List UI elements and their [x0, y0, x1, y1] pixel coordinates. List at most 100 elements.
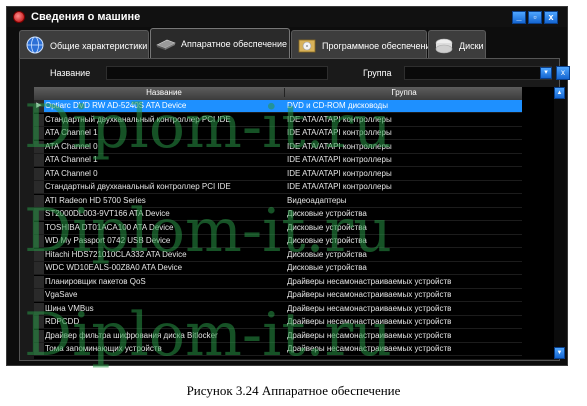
row-indicator: [34, 167, 44, 180]
row-indicator: [34, 302, 44, 315]
cell-group: IDE ATA/ATAPI контроллеры: [287, 182, 392, 191]
row-indicator: [34, 248, 44, 261]
cell-name: WD My Passport 0742 USB Device: [45, 236, 171, 245]
row-indicator: [34, 154, 44, 166]
table-row[interactable]: ▶ Optiarc DVD RW AD-5240S ATA Device DVD и…: [34, 100, 522, 113]
row-indicator: ▶: [34, 100, 44, 112]
software-box-icon: [298, 39, 316, 53]
vertical-scrollbar[interactable]: ▲ ▼: [554, 87, 565, 359]
tab-software[interactable]: Программное обеспечение: [291, 30, 435, 58]
cell-group: Дисковые устройства: [287, 209, 367, 218]
table-row[interactable]: VgaSave Драйверы несамонастраиваемых устр…: [34, 289, 522, 302]
cell-group: Драйверы несамонастраиваемых устройств: [287, 330, 452, 340]
table-row[interactable]: Стандартный двухканальный контроллер PCI…: [34, 113, 522, 127]
row-indicator: [34, 289, 44, 301]
cell-group: IDE ATA/ATAPI контроллеры: [287, 128, 392, 137]
table-row[interactable]: Стандартный двухканальный контроллер PCI…: [34, 181, 522, 194]
row-indicator: [34, 221, 44, 234]
cell-group: Драйверы несамонастраиваемых устройств: [287, 290, 452, 299]
tab-general-label: Общие характеристики: [50, 41, 148, 51]
cell-name: WDC WD10EALS-00Z8A0 ATA Device: [45, 263, 183, 272]
cell-name: Шина VMBus: [45, 303, 94, 313]
row-indicator: [34, 262, 44, 274]
row-indicator: [34, 235, 44, 247]
table-row[interactable]: RDPCDD Драйверы несамонастраиваемых устро…: [34, 316, 522, 329]
cell-name: ATA Channel 0: [45, 141, 98, 151]
group-filter-select[interactable]: ▾: [404, 66, 552, 80]
window-title: Сведения о машине: [31, 11, 141, 23]
hardware-table: Название Группа ▶ Optiarc DVD RW AD-5240S…: [34, 87, 560, 359]
globe-icon: [26, 36, 44, 54]
cell-name: Драйвер фильтра шифрования диска Bitlock…: [45, 330, 218, 340]
maximize-button[interactable]: ▫: [528, 11, 542, 24]
group-filter-label: Группа: [363, 68, 392, 78]
table-row[interactable]: ATA Channel 1 IDE ATA/ATAPI контроллеры: [34, 127, 522, 140]
cell-name: ST2000DL003-9VT166 ATA Device: [45, 209, 170, 218]
table-row[interactable]: Планировщик пакетов QoS Драйверы несамона…: [34, 275, 522, 289]
table-row[interactable]: ATA Channel 0 IDE ATA/ATAPI контроллеры: [34, 167, 522, 181]
row-indicator: [34, 208, 44, 220]
row-indicator: [34, 181, 44, 193]
cell-group: IDE ATA/ATAPI контроллеры: [287, 168, 392, 178]
cell-name: RDPCDD: [45, 317, 80, 326]
cell-group: Дисковые устройства: [287, 236, 367, 245]
scroll-up-icon[interactable]: ▲: [554, 87, 565, 99]
table-row[interactable]: ATA Channel 0 IDE ATA/ATAPI контроллеры: [34, 140, 522, 154]
minimize-button[interactable]: _: [512, 11, 526, 24]
row-indicator: [34, 275, 44, 288]
cell-name: ATA Channel 0: [45, 168, 98, 178]
table-row[interactable]: WDC WD10EALS-00Z8A0 ATA Device Дисковые у…: [34, 262, 522, 275]
cell-group: IDE ATA/ATAPI контроллеры: [287, 114, 392, 124]
cell-group: Драйверы несамонастраиваемых устройств: [287, 276, 452, 286]
name-filter-input[interactable]: [106, 66, 328, 80]
cell-group: Драйверы несамонастраиваемых устройств: [287, 344, 452, 353]
cell-name: ATI Radeon HD 5700 Series: [45, 195, 146, 205]
cell-name: ATA Channel 1: [45, 155, 98, 164]
cell-name: TOSHIBA DT01ACA100 ATA Device: [45, 222, 174, 232]
column-header-name[interactable]: Название: [44, 88, 285, 97]
clear-filter-button[interactable]: x: [556, 66, 570, 80]
cell-name: VgaSave: [45, 290, 78, 299]
tab-software-label: Программное обеспечение: [322, 41, 436, 51]
cell-group: Дисковые устройства: [287, 222, 367, 232]
disk-icon: [435, 38, 453, 54]
cell-group: IDE ATA/ATAPI контроллеры: [287, 155, 392, 164]
table-row[interactable]: TOSHIBA DT01ACA100 ATA Device Дисковые ус…: [34, 221, 522, 235]
cell-name: Стандартный двухканальный контроллер PCI…: [45, 182, 231, 191]
hardware-panel: Название Группа ▾ x Название Группа ▶ Opt…: [19, 58, 570, 361]
name-filter-label: Название: [50, 68, 91, 78]
row-indicator: [34, 343, 44, 355]
cell-group: Драйверы несамонастраиваемых устройств: [287, 317, 452, 326]
table-row[interactable]: ATA Channel 1 IDE ATA/ATAPI контроллеры: [34, 154, 522, 167]
tab-disks[interactable]: Диски: [428, 30, 486, 58]
cell-name: Стандартный двухканальный контроллер PCI…: [45, 114, 231, 124]
scroll-down-icon[interactable]: ▼: [554, 347, 565, 359]
tab-hardware-label: Аппаратное обеспечение: [181, 39, 288, 49]
cell-name: Тома запоминающих устройств: [45, 344, 162, 353]
cell-name: Планировщик пакетов QoS: [45, 276, 146, 286]
table-row[interactable]: ATI Radeon HD 5700 Series Видеоадаптеры: [34, 194, 522, 208]
chevron-down-icon[interactable]: ▾: [540, 67, 552, 79]
cell-name: ATA Channel 1: [45, 128, 98, 137]
table-row[interactable]: Hitachi HDS721010CLA332 ATA Device Дисков…: [34, 248, 522, 262]
close-button[interactable]: x: [544, 11, 558, 24]
row-indicator: [34, 140, 44, 153]
table-row[interactable]: Драйвер фильтра шифрования диска Bitlock…: [34, 329, 522, 343]
tab-hardware[interactable]: Аппаратное обеспечение: [150, 28, 290, 58]
tab-general[interactable]: Общие характеристики: [19, 30, 149, 58]
cell-group: IDE ATA/ATAPI контроллеры: [287, 141, 392, 151]
cell-group: Дисковые устройства: [287, 249, 367, 259]
cell-group: Видеоадаптеры: [287, 195, 347, 205]
table-row[interactable]: Тома запоминающих устройств Драйверы неса…: [34, 343, 522, 356]
hardware-drive-icon: [156, 39, 176, 50]
column-header-group[interactable]: Группа: [286, 88, 522, 97]
row-indicator: [34, 194, 44, 207]
row-indicator: [34, 113, 44, 126]
cell-name: Optiarc DVD RW AD-5240S ATA Device: [45, 101, 187, 110]
cell-group: DVD и CD-ROM дисководы: [287, 101, 388, 110]
table-row[interactable]: WD My Passport 0742 USB Device Дисковые у…: [34, 235, 522, 248]
table-row[interactable]: Шина VMBus Драйверы несамонастраиваемых у…: [34, 302, 522, 316]
title-bar[interactable]: Сведения о машине _ ▫ x: [7, 7, 567, 27]
cell-group: Драйверы несамонастраиваемых устройств: [287, 303, 452, 313]
table-row[interactable]: ST2000DL003-9VT166 ATA Device Дисковые ус…: [34, 208, 522, 221]
